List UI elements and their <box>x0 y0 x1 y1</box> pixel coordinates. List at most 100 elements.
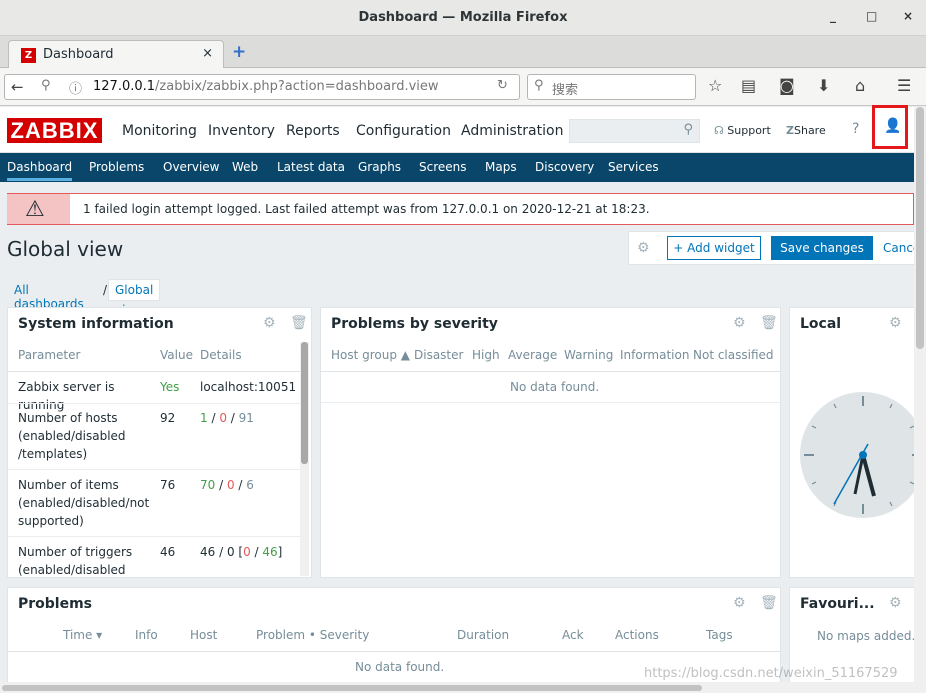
menu-administration[interactable]: Administration <box>461 123 563 139</box>
gear-icon[interactable]: ⚙ <box>889 595 902 611</box>
dashboard-controls: ⚙ + Add widget Save changes Cance <box>628 231 920 265</box>
user-icon: 👤 <box>884 118 902 134</box>
table-row-value: 76 <box>160 478 176 492</box>
gear-icon[interactable]: ⚙ <box>637 240 650 256</box>
no-data-message: No data found. <box>510 380 600 394</box>
table-row-details: 1 / 0 / 91 <box>200 411 254 425</box>
tab-label: Dashboard <box>43 47 114 62</box>
pocket-icon[interactable]: ◙ <box>779 76 795 95</box>
alert-icon-band: ⚠ <box>7 194 70 224</box>
new-tab-button[interactable]: + <box>232 42 246 62</box>
column-header-average: Average <box>508 348 558 362</box>
page-vertical-scrollbar[interactable] <box>914 107 926 693</box>
column-header-not-classified: Not classified <box>693 348 774 362</box>
submenu-web[interactable]: Web <box>232 160 258 174</box>
site-info-icon[interactable]: ⚲ <box>41 78 51 93</box>
menu-inventory[interactable]: Inventory <box>208 123 275 139</box>
column-header-details: Details <box>200 348 242 362</box>
add-widget-button[interactable]: + Add widget <box>667 236 761 260</box>
maximize-button[interactable]: □ <box>866 9 877 23</box>
zabbix-logo[interactable]: ZABBIX <box>7 118 102 143</box>
menu-icon[interactable]: ☰ <box>897 76 911 95</box>
trash-icon[interactable]: 🗑 <box>760 595 778 611</box>
gear-icon[interactable]: ⚙ <box>263 315 276 331</box>
column-header-disaster: Disaster <box>414 348 464 362</box>
zabbix-search-input[interactable]: ⚲ <box>569 119 700 143</box>
save-changes-button[interactable]: Save changes <box>771 236 873 260</box>
submenu-graphs[interactable]: Graphs <box>358 160 401 174</box>
browser-search-box[interactable]: ⚲ 搜索 <box>527 74 696 100</box>
search-placeholder: 搜索 <box>552 83 579 98</box>
url-host: 127.0.0.1 <box>93 79 156 94</box>
share-z-icon: Z <box>786 124 794 137</box>
table-row-value: Yes <box>160 380 180 394</box>
column-header-duration: Duration <box>457 628 510 642</box>
gear-icon[interactable]: ⚙ <box>733 315 746 331</box>
no-maps-message: No maps added. <box>817 629 916 643</box>
window-title: Dashboard — Mozilla Firefox <box>358 10 568 25</box>
search-icon[interactable]: ⚲ <box>683 122 693 137</box>
warning-icon: ⚠ <box>25 197 45 222</box>
no-data-message: No data found. <box>355 660 445 674</box>
support-label: Support <box>727 124 771 137</box>
url-bar[interactable]: ← ⚲ ⓘ 127.0.0.1/zabbix/zabbix.php?action… <box>4 74 520 100</box>
zabbix-favicon-icon: Z <box>21 48 36 63</box>
back-arrow-icon[interactable]: ← <box>11 78 24 96</box>
column-header-information: Information <box>620 348 690 362</box>
reload-icon[interactable]: ↻ <box>497 78 508 93</box>
user-profile-button[interactable]: 👤 <box>872 105 908 149</box>
table-row-value: 92 <box>160 411 176 425</box>
minimize-button[interactable]: _ <box>830 9 836 23</box>
menu-monitoring[interactable]: Monitoring <box>122 123 197 139</box>
submenu-latest-data[interactable]: Latest data <box>277 160 345 174</box>
submenu-problems[interactable]: Problems <box>89 160 144 174</box>
close-window-button[interactable]: × <box>903 9 913 23</box>
table-row-param: Number of hosts (enabled/disabled /templ… <box>18 411 126 461</box>
support-link[interactable]: ☊ Support <box>714 124 771 137</box>
headset-icon: ☊ <box>714 124 724 137</box>
info-icon[interactable]: ⓘ <box>69 78 82 97</box>
table-row-details: 70 / 0 / 6 <box>200 478 254 492</box>
submenu-overview[interactable]: Overview <box>163 160 220 174</box>
table-row-details: localhost:10051 <box>200 380 297 394</box>
bookmark-star-icon[interactable]: ☆ <box>708 76 722 95</box>
menu-configuration[interactable]: Configuration <box>356 123 451 139</box>
submenu-screens[interactable]: Screens <box>419 160 467 174</box>
browser-tab[interactable]: Z Dashboard × <box>8 40 224 69</box>
share-link[interactable]: ZShare <box>786 124 826 137</box>
url-text[interactable]: 127.0.0.1/zabbix/zabbix.php?action=dashb… <box>93 79 439 94</box>
tab-close-button[interactable]: × <box>202 46 213 61</box>
trash-icon[interactable]: 🗑 <box>290 315 308 331</box>
widget-title: Problems <box>18 596 93 612</box>
system-information-widget: System information ⚙ 🗑 Parameter Value D… <box>7 307 312 578</box>
download-icon[interactable]: ⬇ <box>817 76 830 95</box>
widget-title: Local <box>800 316 842 332</box>
gear-icon[interactable]: ⚙ <box>733 595 746 611</box>
scrollbar-thumb[interactable] <box>916 107 924 349</box>
help-button[interactable]: ? <box>852 121 859 137</box>
page-horizontal-scrollbar[interactable] <box>0 682 914 693</box>
column-header-time[interactable]: Time ▾ <box>63 628 102 642</box>
menu-reports[interactable]: Reports <box>286 123 340 139</box>
trash-icon[interactable]: 🗑 <box>760 315 778 331</box>
problems-by-severity-widget: Problems by severity ⚙ 🗑 Host group ▲ Di… <box>320 307 781 578</box>
breadcrumb-global-view[interactable]: Global view <box>108 279 161 317</box>
scrollbar-thumb[interactable] <box>301 342 308 464</box>
widget-title: Favouri... <box>800 596 875 612</box>
column-header-host: Host <box>190 628 218 642</box>
gear-icon[interactable]: ⚙ <box>889 315 902 331</box>
submenu-dashboard[interactable]: Dashboard <box>7 160 73 181</box>
column-header-ack: Ack <box>562 628 584 642</box>
submenu-services[interactable]: Services <box>608 160 659 174</box>
submenu-discovery[interactable]: Discovery <box>535 160 594 174</box>
widget-scrollbar[interactable] <box>300 342 309 576</box>
column-header-host-group[interactable]: Host group ▲ <box>331 348 410 362</box>
zabbix-header: ZABBIX Monitoring Inventory Reports Conf… <box>0 105 914 153</box>
column-header-actions: Actions <box>615 628 659 642</box>
submenu-maps[interactable]: Maps <box>485 160 517 174</box>
scrollbar-thumb[interactable] <box>2 685 702 691</box>
home-icon[interactable]: ⌂ <box>855 76 865 95</box>
analog-clock <box>800 392 926 518</box>
reading-list-icon[interactable]: ▤ <box>741 76 756 95</box>
table-row-param: Number of triggers (enabled/disabled <box>18 545 133 577</box>
